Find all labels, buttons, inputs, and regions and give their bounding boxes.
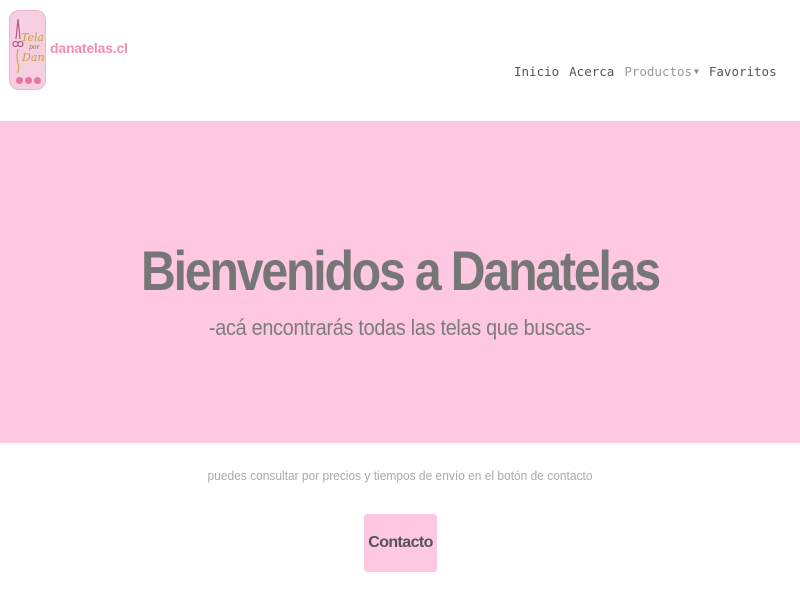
nav-link-inicio[interactable]: Inicio bbox=[514, 64, 559, 79]
nav-link-acerca[interactable]: Acerca bbox=[569, 64, 614, 79]
nav-dropdown-productos[interactable]: Productos ▼ bbox=[624, 64, 699, 79]
brand-link[interactable]: Tela por Dana danatelas.cl bbox=[9, 10, 128, 90]
nav-link-favoritos[interactable]: Favoritos bbox=[709, 64, 777, 79]
nav-menu: Inicio Acerca Productos ▼ Favoritos bbox=[514, 64, 787, 79]
hero-banner: Bienvenidos a Danatelas -acá encontrarás… bbox=[0, 121, 800, 443]
scissors-icon bbox=[12, 18, 24, 73]
logo-text-tela: Tela bbox=[21, 31, 45, 44]
logo-text-dana: Dana bbox=[22, 51, 45, 64]
brand-name: danatelas.cl bbox=[50, 40, 128, 56]
instagram-icon bbox=[16, 77, 23, 84]
whatsapp-icon bbox=[34, 77, 41, 84]
contact-info-text: puedes consultar por precios y tiempos d… bbox=[207, 468, 593, 483]
facebook-icon bbox=[25, 77, 32, 84]
logo-text-por: por bbox=[29, 44, 40, 51]
navbar: Tela por Dana danatelas.cl Inicio Acerca… bbox=[0, 0, 800, 120]
hero-title: Bienvenidos a Danatelas bbox=[141, 239, 661, 302]
hero-subtitle: -acá encontrarás todas las telas que bus… bbox=[208, 315, 592, 340]
brand-logo: Tela por Dana bbox=[9, 10, 46, 90]
nav-link-productos-label: Productos bbox=[624, 64, 693, 79]
caret-down-icon: ▼ bbox=[694, 67, 699, 76]
logo-social-icons bbox=[16, 77, 41, 84]
contact-button[interactable]: Contacto bbox=[364, 514, 437, 572]
